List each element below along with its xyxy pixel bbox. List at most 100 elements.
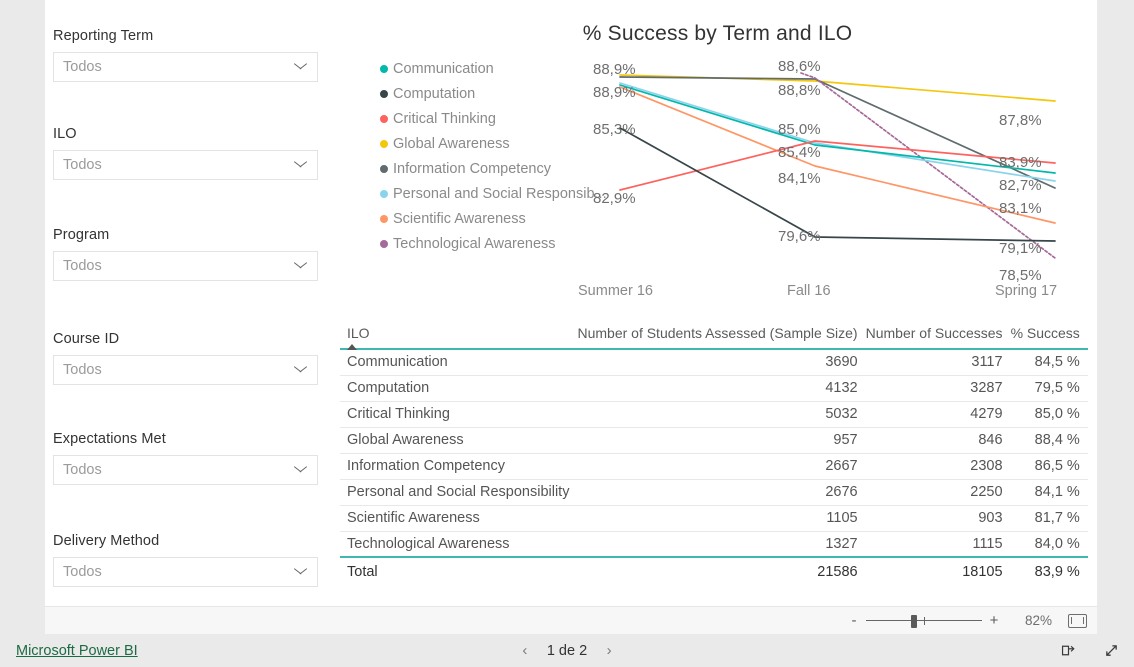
previous-page-button[interactable]: ‹	[519, 642, 531, 659]
series-line-scientific-awareness	[619, 86, 1056, 224]
column-header-ilo[interactable]: ILO	[340, 325, 577, 350]
status-bar: Microsoft Power BI ‹ 1 de 2 ›	[0, 634, 1134, 667]
legend-item[interactable]: Information Competency	[380, 156, 610, 181]
cell-pct-success: 84,5 %	[1010, 349, 1088, 376]
filter-dropdown[interactable]: Todos	[53, 455, 318, 485]
data-label: 82,9%	[593, 190, 636, 207]
cell-ilo: Scientific Awareness	[340, 505, 578, 532]
legend-label: Critical Thinking	[393, 110, 496, 127]
data-label: 88,6%	[778, 58, 821, 75]
legend-item[interactable]: Personal and Social Responsib...	[380, 181, 610, 206]
filter-pane: Reporting Term Todos ILO Todos Program T…	[53, 14, 353, 594]
slider-tick	[924, 616, 926, 625]
filter-dropdown[interactable]: Todos	[53, 557, 318, 587]
legend-item[interactable]: Communication	[380, 56, 610, 81]
filter-delivery-method[interactable]: Delivery Method Todos	[53, 533, 318, 587]
filter-label: Program	[53, 227, 110, 243]
legend-item[interactable]: Global Awareness	[380, 131, 610, 156]
report-canvas: Reporting Term Todos ILO Todos Program T…	[45, 0, 1097, 606]
filter-reporting-term[interactable]: Reporting Term Todos	[53, 28, 318, 82]
zoom-out-button[interactable]: -	[846, 612, 862, 629]
legend-label: Computation	[393, 85, 476, 102]
cell-pct-success: 81,7 %	[1010, 505, 1088, 532]
legend-color-swatch	[380, 89, 388, 98]
data-label: 85,0%	[778, 121, 821, 138]
chevron-down-icon[interactable]	[294, 63, 307, 71]
filter-dropdown[interactable]: Todos	[53, 52, 318, 82]
filter-label: Reporting Term	[53, 28, 154, 44]
fullscreen-icon[interactable]	[1103, 642, 1120, 659]
column-header-pct-success[interactable]: % Success	[1011, 325, 1088, 349]
chevron-down-icon[interactable]	[294, 366, 307, 374]
table-row[interactable]: Information Competency 2667 2308 86,5 %	[340, 453, 1088, 480]
table-row[interactable]: Communication 3690 3117 84,5 %	[340, 349, 1088, 376]
filter-value: Todos	[63, 564, 102, 580]
chart-plot-area[interactable]: 88,9% 88,9% 85,3% 82,9% 88,6% 88,8% 85,0…	[578, 53, 1095, 308]
cell-ilo: Communication	[340, 349, 578, 376]
data-label: 88,9%	[593, 84, 636, 101]
legend-item[interactable]: Critical Thinking	[380, 106, 610, 131]
cell-ilo: Personal and Social Responsibility	[340, 479, 578, 506]
data-label: 82,7%	[999, 177, 1042, 194]
table-row[interactable]: Personal and Social Responsibility 2676 …	[340, 479, 1088, 506]
table-row[interactable]: Global Awareness 957 846 88,4 %	[340, 427, 1088, 454]
cell-pct-success: 79,5 %	[1010, 375, 1088, 402]
sort-ascending-icon[interactable]	[347, 344, 357, 350]
chevron-down-icon[interactable]	[294, 466, 307, 474]
filter-program[interactable]: Program Todos	[53, 227, 318, 281]
legend-color-swatch	[380, 139, 388, 148]
data-table: ILO Number of Students Assessed (Sample …	[340, 325, 1088, 585]
next-page-button[interactable]: ›	[603, 642, 615, 659]
legend-item[interactable]: Technological Awareness	[380, 231, 610, 256]
data-label: 79,1%	[999, 240, 1042, 257]
filter-ilo[interactable]: ILO Todos	[53, 126, 318, 180]
cell-ilo: Information Competency	[340, 453, 578, 480]
filter-expectations-met[interactable]: Expectations Met Todos	[53, 431, 318, 485]
table-total-row: Total 21586 18105 83,9 %	[340, 556, 1088, 585]
series-line-personal-social	[619, 82, 1056, 182]
microsoft-power-bi-link[interactable]: Microsoft Power BI	[16, 643, 138, 659]
cell-pct-success: 84,0 %	[1010, 531, 1088, 558]
chevron-down-icon[interactable]	[294, 161, 307, 169]
status-bar-actions	[1060, 642, 1120, 659]
legend-color-swatch	[380, 64, 388, 73]
zoom-in-button[interactable]: +	[986, 612, 1002, 629]
legend-color-swatch	[380, 189, 388, 198]
cell-sample-size: 957	[577, 427, 866, 454]
cell-sample-size: 2667	[577, 453, 866, 480]
fit-to-page-icon[interactable]	[1068, 613, 1087, 628]
data-label: 88,9%	[593, 61, 636, 78]
chevron-down-icon[interactable]	[294, 568, 307, 576]
column-header-successes[interactable]: Number of Successes	[866, 325, 1011, 349]
cell-sample-size: 1105	[577, 505, 866, 532]
line-chart-visual[interactable]: % Success by Term and ILO Communication …	[340, 8, 1095, 308]
filter-dropdown[interactable]: Todos	[53, 355, 318, 385]
filter-label: Course ID	[53, 331, 120, 347]
column-header-sample-size[interactable]: Number of Students Assessed (Sample Size…	[577, 325, 865, 349]
slider-handle[interactable]	[911, 614, 917, 628]
cell-successes: 1115	[865, 531, 1011, 558]
table-row[interactable]: Critical Thinking 5032 4279 85,0 %	[340, 401, 1088, 428]
chevron-down-icon[interactable]	[294, 262, 307, 270]
data-label: 83,9%	[999, 154, 1042, 171]
cell-ilo: Technological Awareness	[340, 531, 578, 558]
share-icon[interactable]	[1060, 642, 1077, 659]
zoom-slider[interactable]	[866, 613, 982, 629]
cell-sample-size: 5032	[577, 401, 866, 428]
cell-sample-size: 3690	[577, 349, 866, 376]
legend-label: Global Awareness	[393, 135, 510, 152]
table-row[interactable]: Scientific Awareness 1105 903 81,7 %	[340, 505, 1088, 532]
filter-dropdown[interactable]: Todos	[53, 251, 318, 281]
filter-course-id[interactable]: Course ID Todos	[53, 331, 318, 385]
filter-dropdown[interactable]: Todos	[53, 150, 318, 180]
ilo-table-visual[interactable]: ILO Number of Students Assessed (Sample …	[340, 325, 1095, 605]
legend-color-swatch	[380, 239, 388, 248]
legend-item[interactable]: Scientific Awareness	[380, 206, 610, 231]
table-row[interactable]: Computation 4132 3287 79,5 %	[340, 375, 1088, 402]
legend-color-swatch	[380, 214, 388, 223]
cell-pct-success: 88,4 %	[1010, 427, 1088, 454]
cell-pct-success: 85,0 %	[1010, 401, 1088, 428]
table-row[interactable]: Technological Awareness 1327 1115 84,0 %	[340, 531, 1088, 558]
filter-label: Expectations Met	[53, 431, 166, 447]
legend-item[interactable]: Computation	[380, 81, 610, 106]
